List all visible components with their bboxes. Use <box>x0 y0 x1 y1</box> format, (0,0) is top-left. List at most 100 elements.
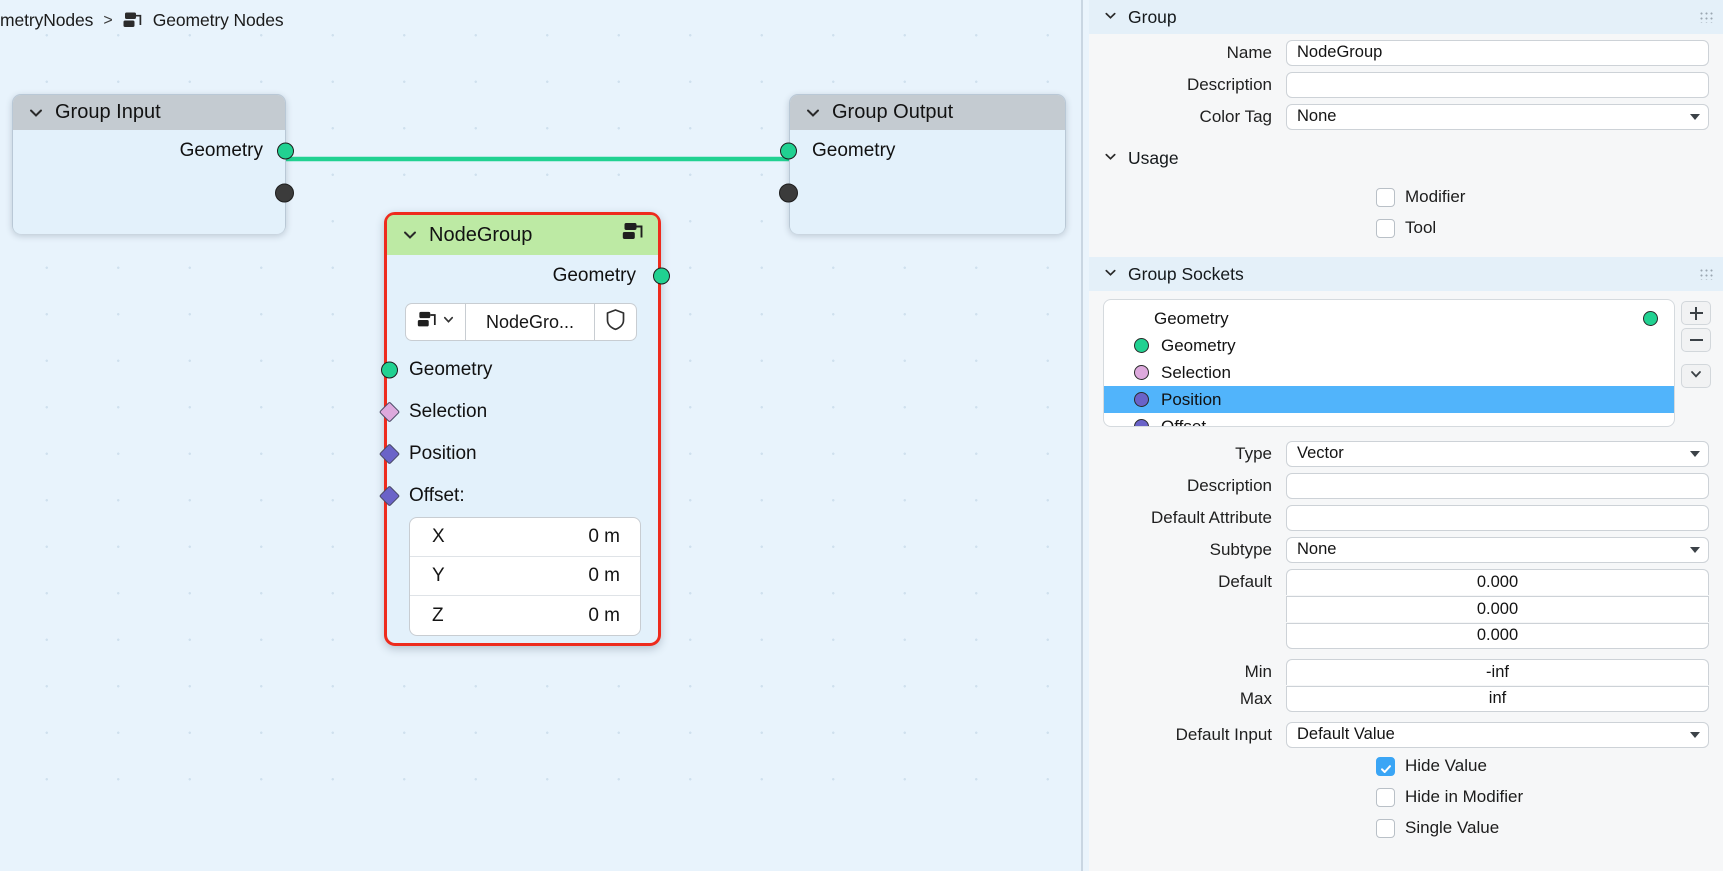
socket-selection-input[interactable] <box>378 401 401 423</box>
node-group-input[interactable]: Group Input Geometry <box>12 94 294 234</box>
modifier-checkbox[interactable] <box>1376 187 1395 207</box>
node-group-input-title: Group Input <box>55 101 161 123</box>
breadcrumb-separator: > <box>103 11 113 29</box>
remove-socket-button[interactable] <box>1681 328 1711 352</box>
field-row-socket-description: Description <box>1089 472 1723 499</box>
socket-list-item-geometry[interactable]: Geometry <box>1104 332 1674 359</box>
chevron-down-icon[interactable] <box>1103 148 1118 169</box>
panel-header-group-sockets[interactable]: Group Sockets <box>1089 257 1723 291</box>
description-field[interactable] <box>1286 71 1709 98</box>
socket-description-field[interactable] <box>1286 472 1709 499</box>
socket-list-item-selection[interactable]: Selection <box>1104 359 1674 386</box>
socket-label-offset: Offset: <box>409 485 465 506</box>
group-sockets-list[interactable]: Geometry Geometry Selection Position Off… <box>1103 299 1675 427</box>
checkbox-row-hide-in-modifier[interactable]: Hide in Modifier <box>1089 784 1723 810</box>
datablock-name-field[interactable]: NodeGro... <box>465 303 595 341</box>
datablock-selector[interactable]: NodeGro... <box>405 303 637 341</box>
panel-title-group: Group <box>1128 6 1177 27</box>
type-select[interactable]: Vector <box>1286 440 1709 467</box>
color-tag-select[interactable]: None <box>1286 103 1709 130</box>
socket-list-label: Geometry <box>1154 308 1229 328</box>
checkbox-row-modifier[interactable]: Modifier <box>1089 184 1723 210</box>
checkbox-row-tool[interactable]: Tool <box>1089 215 1723 241</box>
socket-row-offset-in[interactable]: Offset: <box>378 475 658 517</box>
socket-menu-button[interactable] <box>1681 364 1711 388</box>
socket-list-item-output-geometry[interactable]: Geometry <box>1104 305 1674 332</box>
socket-row-geometry-out[interactable]: Geometry <box>387 255 670 297</box>
min-field[interactable]: -inf <box>1286 658 1709 685</box>
hide-in-modifier-checkbox[interactable] <box>1376 787 1395 807</box>
label-type: Type <box>1235 443 1272 463</box>
socket-geometry-output[interactable] <box>653 267 670 285</box>
field-row-default-input: Default Input Default Value <box>1089 721 1723 748</box>
socket-position-input[interactable] <box>378 443 401 465</box>
socket-row-selection-in[interactable]: Selection <box>378 391 658 433</box>
default-value-y[interactable]: 0.000 <box>1286 595 1709 622</box>
breadcrumb-root[interactable]: metryNodes <box>0 10 93 31</box>
node-nodegroup-header[interactable]: NodeGroup <box>387 215 658 255</box>
socket-offset-input[interactable] <box>378 485 401 507</box>
vector-value-y[interactable]: 0 m <box>588 565 620 587</box>
socket-row-geometry-out[interactable]: Geometry <box>13 130 294 172</box>
chevron-down-icon <box>1689 366 1703 386</box>
vector-axis-label-z: Z <box>432 604 444 626</box>
group-sockets-area: Geometry Geometry Selection Position Off… <box>1089 291 1723 427</box>
vector-row-y[interactable]: Y 0 m <box>410 557 640 596</box>
socket-row-extend-out[interactable] <box>13 172 294 214</box>
node-group-output-header[interactable]: Group Output <box>790 95 1065 130</box>
socket-extend-output[interactable] <box>275 183 294 203</box>
socket-list-item-offset[interactable]: Offset <box>1104 413 1674 426</box>
socket-extend-input[interactable] <box>779 183 798 203</box>
default-input-select[interactable]: Default Value <box>1286 721 1709 748</box>
offset-vector-field[interactable]: X 0 m Y 0 m Z 0 m <box>409 517 641 636</box>
add-socket-button[interactable] <box>1681 301 1711 325</box>
subtype-select[interactable]: None <box>1286 536 1709 563</box>
chevron-down-icon[interactable] <box>1103 264 1118 285</box>
socket-geometry-output[interactable] <box>277 142 294 160</box>
checkbox-row-hide-value[interactable]: Hide Value <box>1089 753 1723 779</box>
node-group-input-header[interactable]: Group Input <box>13 95 285 130</box>
browse-datablock-button[interactable] <box>405 303 465 341</box>
socket-row-geometry-in[interactable]: Geometry <box>780 130 1065 172</box>
panel-header-group[interactable]: Group <box>1089 0 1723 34</box>
socket-row-geometry-in[interactable]: Geometry <box>381 349 658 391</box>
node-group-output[interactable]: Group Output Geometry <box>779 94 1066 234</box>
group-sockets-buttons <box>1681 299 1711 427</box>
panel-header-usage[interactable]: Usage <box>1089 141 1723 175</box>
max-field[interactable]: inf <box>1286 685 1709 712</box>
socket-row-extend-in[interactable] <box>779 172 1065 214</box>
socket-geometry-input[interactable] <box>381 361 398 379</box>
node-nodegroup[interactable]: NodeGroup Geometry NodeGro... Geometry S… <box>378 212 670 646</box>
hide-value-checkbox[interactable] <box>1376 756 1395 776</box>
chevron-down-icon <box>442 313 455 331</box>
chevron-down-icon[interactable] <box>804 104 822 122</box>
vector-row-x[interactable]: X 0 m <box>410 518 640 557</box>
chevron-down-icon[interactable] <box>401 226 419 244</box>
socket-label-geometry: Geometry <box>552 265 636 286</box>
socket-list-label: Selection <box>1161 362 1231 382</box>
chevron-down-icon[interactable] <box>1103 7 1118 28</box>
socket-label-geometry: Geometry <box>179 140 263 161</box>
socket-geometry-input[interactable] <box>780 142 797 160</box>
node-editor-canvas[interactable]: metryNodes > Geometry Nodes Group Input <box>0 0 1083 871</box>
panel-grip-icon[interactable] <box>1699 268 1714 280</box>
single-value-checkbox[interactable] <box>1376 818 1395 838</box>
label-max: Max <box>1239 688 1272 708</box>
name-field[interactable]: NodeGroup <box>1286 39 1709 66</box>
fake-user-button[interactable] <box>595 303 637 341</box>
chevron-down-icon[interactable] <box>27 104 45 122</box>
vector-value-x[interactable]: 0 m <box>588 526 620 548</box>
vector-row-z[interactable]: Z 0 m <box>410 596 640 635</box>
default-value-x[interactable]: 0.000 <box>1286 568 1709 595</box>
checkbox-row-single-value[interactable]: Single Value <box>1089 815 1723 841</box>
panel-grip-icon[interactable] <box>1699 11 1714 23</box>
breadcrumb-current[interactable]: Geometry Nodes <box>153 10 284 31</box>
tool-checkbox[interactable] <box>1376 218 1395 238</box>
socket-row-position-in[interactable]: Position <box>378 433 658 475</box>
default-attribute-field[interactable] <box>1286 504 1709 531</box>
vector-value-z[interactable]: 0 m <box>588 605 620 627</box>
label-socket-description: Description <box>1186 475 1272 495</box>
editor-divider[interactable] <box>1081 0 1083 871</box>
socket-list-item-position[interactable]: Position <box>1104 386 1674 413</box>
default-value-z[interactable]: 0.000 <box>1286 622 1709 649</box>
